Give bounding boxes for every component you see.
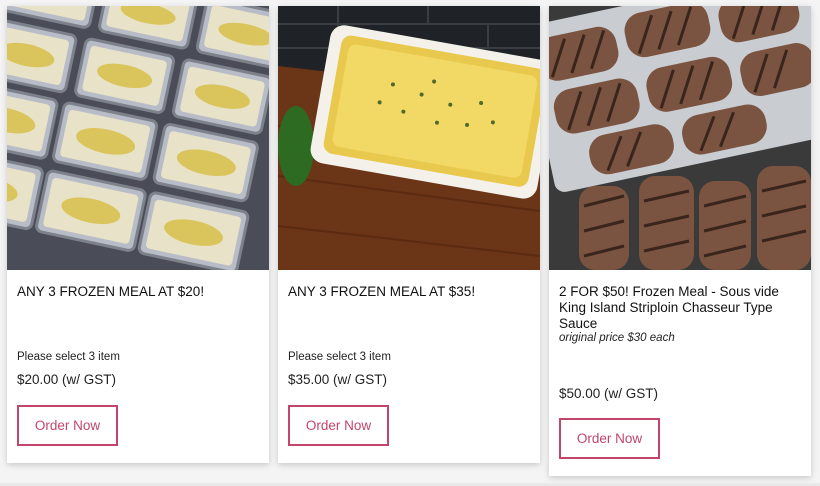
product-image[interactable] — [278, 6, 540, 270]
product-price: $35.00 (w/ GST) — [288, 372, 388, 387]
product-title[interactable]: ANY 3 FROZEN MEAL AT $35! — [288, 284, 530, 300]
product-card: ANY 3 FROZEN MEAL AT $20! Please select … — [7, 6, 269, 463]
order-now-button[interactable]: Order Now — [17, 405, 118, 446]
product-subtitle: original price $30 each — [559, 332, 675, 344]
product-card: ANY 3 FROZEN MEAL AT $35! Please select … — [278, 6, 540, 463]
product-note: Please select 3 item — [288, 351, 391, 363]
product-price: $20.00 (w/ GST) — [17, 372, 117, 387]
product-image[interactable] — [549, 6, 811, 270]
product-price: $50.00 (w/ GST) — [559, 386, 659, 401]
order-now-button[interactable]: Order Now — [288, 405, 389, 446]
product-card: 2 FOR $50! Frozen Meal - Sous vide King … — [549, 6, 811, 476]
order-now-button[interactable]: Order Now — [559, 418, 660, 459]
product-title[interactable]: ANY 3 FROZEN MEAL AT $20! — [17, 284, 259, 300]
product-grid: ANY 3 FROZEN MEAL AT $20! Please select … — [0, 0, 820, 486]
product-image[interactable] — [7, 6, 269, 270]
product-title[interactable]: 2 FOR $50! Frozen Meal - Sous vide King … — [559, 284, 801, 332]
product-note: Please select 3 item — [17, 351, 120, 363]
